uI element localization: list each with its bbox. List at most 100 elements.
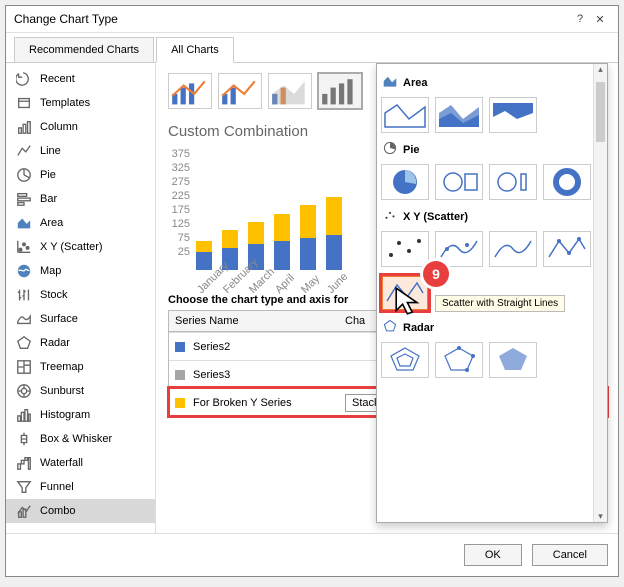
sidebar-item-label: Column (40, 121, 78, 133)
titlebar: Change Chart Type ? ✕ (6, 6, 618, 33)
area-icon (383, 74, 397, 91)
pie-option-1[interactable] (381, 164, 429, 200)
surface-icon (16, 311, 32, 327)
sidebar-item-label: Line (40, 145, 61, 157)
sidebar-item-treemap[interactable]: Treemap (6, 355, 155, 379)
sidebar-item-map[interactable]: Map (6, 259, 155, 283)
sidebar-item-templates[interactable]: Templates (6, 91, 155, 115)
area-option-2[interactable] (435, 97, 483, 133)
section-radar-label: Radar (403, 322, 434, 334)
area-option-1[interactable] (381, 97, 429, 133)
treemap-icon (16, 359, 32, 375)
ok-button[interactable]: OK (464, 544, 522, 566)
sidebar-item-label: Templates (40, 97, 90, 109)
series-color-swatch (175, 398, 185, 408)
sidebar-item-label: Sunburst (40, 385, 84, 397)
sidebar-item-recent[interactable]: Recent (6, 67, 155, 91)
column-icon (16, 119, 32, 135)
pie-option-2[interactable] (435, 164, 483, 200)
radar-option-3[interactable] (489, 342, 537, 378)
chart-type-dropdown-panel: ▴ ▾ Area Pie (376, 63, 608, 523)
radar-option-1[interactable] (381, 342, 429, 378)
chart-preview: 3753252752251751257525 JanuaryFebruaryMa… (168, 148, 368, 288)
sidebar-item-label: Combo (40, 505, 75, 517)
series-color-swatch (175, 370, 185, 380)
series-color-swatch (175, 342, 185, 352)
combo-icon (16, 503, 32, 519)
section-area-label: Area (403, 77, 427, 89)
sidebar-item-histogram[interactable]: Histogram (6, 403, 155, 427)
sidebar-item-label: X Y (Scatter) (40, 241, 103, 253)
sidebar-item-radar[interactable]: Radar (6, 331, 155, 355)
tab-all-charts[interactable]: All Charts (156, 37, 234, 63)
dialog-footer: OK Cancel (6, 533, 618, 576)
section-pie-label: Pie (403, 144, 420, 156)
scatter-straight-lines-option[interactable] (381, 275, 429, 311)
sidebar-item-label: Box & Whisker (40, 433, 112, 445)
sidebar-item-sunburst[interactable]: Sunburst (6, 379, 155, 403)
map-icon (16, 263, 32, 279)
sidebar-item-label: Map (40, 265, 61, 277)
stock-icon (16, 287, 32, 303)
sidebar-item-label: Surface (40, 313, 78, 325)
callout-9: 9 (423, 261, 449, 287)
waterfall-icon (16, 455, 32, 471)
tooltip-scatter-lines: Scatter with Straight Lines (435, 295, 565, 312)
sidebar-item-label: Recent (40, 73, 75, 85)
sidebar-item-combo[interactable]: Combo (6, 499, 155, 523)
templates-icon (16, 95, 32, 111)
subtype-2[interactable] (218, 73, 262, 109)
area-option-3[interactable] (489, 97, 537, 133)
series-name-label: Series3 (193, 369, 230, 381)
sidebar-item-label: Area (40, 217, 63, 229)
help-button[interactable]: ? (570, 13, 590, 25)
histogram-icon (16, 407, 32, 423)
sidebar-item-label: Waterfall (40, 457, 83, 469)
sidebar-item-scatter[interactable]: X Y (Scatter) (6, 235, 155, 259)
scatter-option-1[interactable] (381, 231, 429, 267)
pie-option-4[interactable] (543, 164, 591, 200)
sidebar-item-label: Histogram (40, 409, 90, 421)
radar-icon (16, 335, 32, 351)
sidebar-item-pie[interactable]: Pie (6, 163, 155, 187)
sidebar-item-surface[interactable]: Surface (6, 307, 155, 331)
col-series-name: Series Name (169, 311, 339, 331)
section-scatter-label: X Y (Scatter) (403, 211, 468, 223)
sidebar-item-label: Stock (40, 289, 68, 301)
pie-option-3[interactable] (489, 164, 537, 200)
close-button[interactable]: ✕ (590, 13, 610, 26)
radar-icon (383, 319, 397, 336)
main-panel: Custom Combination 375325275225175125752… (156, 63, 618, 533)
chart-category-sidebar: Recent Templates Column Line Pie Bar Area X Y (… (6, 63, 156, 533)
pie-icon (383, 141, 397, 158)
cancel-button[interactable]: Cancel (532, 544, 608, 566)
subtype-3[interactable] (268, 73, 312, 109)
area-icon (16, 215, 32, 231)
scatter-option-3[interactable] (489, 231, 537, 267)
sidebar-item-waterfall[interactable]: Waterfall (6, 451, 155, 475)
funnel-icon (16, 479, 32, 495)
cursor-icon (387, 285, 431, 317)
scatter-icon (16, 239, 32, 255)
change-chart-type-dialog: Change Chart Type ? ✕ Recommended Charts… (5, 5, 619, 577)
sidebar-item-column[interactable]: Column (6, 115, 155, 139)
sidebar-item-area[interactable]: Area (6, 211, 155, 235)
sidebar-item-bar[interactable]: Bar (6, 187, 155, 211)
sidebar-item-line[interactable]: Line (6, 139, 155, 163)
sidebar-item-boxwhisker[interactable]: Box & Whisker (6, 427, 155, 451)
tabstrip: Recommended Charts All Charts (6, 33, 618, 63)
subtype-1[interactable] (168, 73, 212, 109)
radar-option-2[interactable] (435, 342, 483, 378)
subtype-custom[interactable] (318, 73, 362, 109)
series-name-label: For Broken Y Series (193, 397, 292, 409)
line-icon (16, 143, 32, 159)
sidebar-item-label: Radar (40, 337, 70, 349)
sidebar-item-label: Treemap (40, 361, 84, 373)
dialog-title: Change Chart Type (14, 12, 570, 26)
sidebar-item-label: Pie (40, 169, 56, 181)
scatter-option-4[interactable] (543, 231, 591, 267)
sidebar-item-funnel[interactable]: Funnel (6, 475, 155, 499)
pie-icon (16, 167, 32, 183)
tab-recommended[interactable]: Recommended Charts (14, 37, 154, 63)
sidebar-item-stock[interactable]: Stock (6, 283, 155, 307)
